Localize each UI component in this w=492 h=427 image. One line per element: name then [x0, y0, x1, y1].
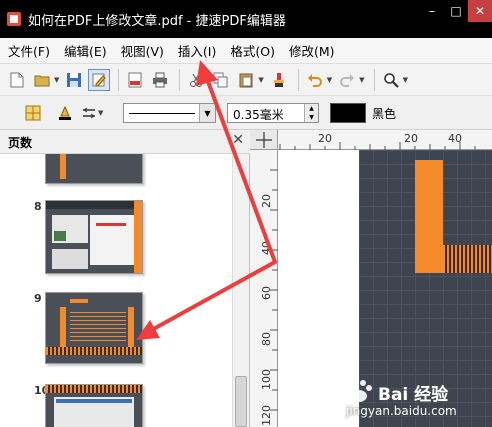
- line-preview: [129, 113, 195, 114]
- ruler-label: 40: [448, 132, 462, 145]
- undo-dropdown-icon[interactable]: ▼: [327, 76, 332, 84]
- ruler-corner: [250, 130, 278, 150]
- ruler-top: 20 20 40: [250, 130, 492, 150]
- ruler-label: 20: [404, 132, 418, 145]
- main-toolbar: ▼ ▼ ▼ ▼ ▼: [0, 64, 492, 96]
- toolbar-separator: [297, 68, 299, 91]
- ruler-label: 120: [260, 405, 273, 426]
- window-controls: – □ ✕: [420, 0, 492, 22]
- open-folder-icon[interactable]: [31, 69, 53, 91]
- app-icon: [7, 12, 21, 26]
- brush-icon[interactable]: [268, 69, 290, 91]
- ruler-label: 80: [260, 332, 273, 346]
- menu-file[interactable]: 文件(F): [8, 41, 50, 60]
- menu-edit[interactable]: 编辑(E): [64, 41, 107, 60]
- thumbnail-list: 8 9 10: [0, 154, 232, 427]
- maximize-button[interactable]: □: [444, 0, 468, 22]
- watermark-logo: Bai 经验: [378, 385, 449, 405]
- minimize-button[interactable]: –: [420, 0, 444, 22]
- save-icon[interactable]: [63, 69, 85, 91]
- color-swatch[interactable]: [330, 103, 366, 123]
- page-thumbnail-8[interactable]: [45, 200, 143, 274]
- orange-shape[interactable]: [415, 160, 443, 273]
- open-dropdown-icon[interactable]: ▼: [54, 76, 59, 84]
- pages-panel-title: 页数: [8, 136, 33, 150]
- close-icon[interactable]: ✕: [232, 132, 244, 148]
- cut-icon[interactable]: [185, 69, 207, 91]
- close-button[interactable]: ✕: [468, 0, 492, 22]
- line-style-icon[interactable]: [78, 102, 100, 124]
- edit-icon[interactable]: [88, 68, 111, 91]
- paste-dropdown-icon[interactable]: ▼: [258, 76, 263, 84]
- export-pdf-icon[interactable]: [124, 69, 146, 91]
- undo-icon[interactable]: [304, 69, 326, 91]
- ruler-label: 60: [260, 286, 273, 300]
- pages-panel: 页数 ✕ 8 9 10: [0, 130, 250, 427]
- copy-icon[interactable]: [210, 69, 232, 91]
- ruler-label: 40: [260, 241, 273, 255]
- spin-buttons[interactable]: ▲ ▼: [304, 104, 318, 122]
- ruler-left: 20 40 60 80 100 120: [250, 150, 278, 427]
- fill-color-icon[interactable]: [54, 102, 76, 124]
- paste-icon[interactable]: [235, 69, 257, 91]
- scrollbar-thumb[interactable]: [235, 376, 247, 427]
- menu-modify[interactable]: 修改(M): [289, 41, 335, 60]
- page-thumbnail-9[interactable]: [45, 292, 143, 364]
- redo-dropdown-icon[interactable]: ▼: [359, 76, 364, 84]
- zoom-dropdown-icon[interactable]: ▼: [403, 76, 408, 84]
- page-thumbnail-7[interactable]: [45, 154, 143, 184]
- menu-view[interactable]: 视图(V): [121, 41, 164, 60]
- title-bar: 如何在PDF上修改文章.pdf - 捷速PDF编辑器 – □ ✕: [0, 0, 492, 38]
- watermark-url: jingyan.baidu.com: [346, 404, 457, 418]
- color-label: 黑色: [372, 107, 397, 121]
- page-number-8: 8: [34, 200, 42, 213]
- ruler-label: 100: [260, 369, 273, 390]
- page-thumbnail-10[interactable]: [45, 384, 143, 427]
- zoom-icon[interactable]: [380, 69, 402, 91]
- hatched-shape[interactable]: [443, 245, 492, 273]
- paw-icon: [347, 380, 372, 402]
- line-type-select[interactable]: ▼: [123, 103, 216, 123]
- menu-insert[interactable]: 插入(I): [178, 41, 216, 60]
- line-width-value: 0.35毫米: [233, 108, 284, 122]
- toolbar-separator: [118, 68, 120, 91]
- toolbar-separator: [179, 68, 181, 91]
- baidu-watermark: Bai 经验 jingyan.baidu.com: [340, 378, 490, 426]
- page-number-9: 9: [34, 292, 42, 305]
- menu-bar: 文件(F) 编辑(E) 视图(V) 插入(I) 格式(O) 修改(M): [0, 38, 492, 64]
- chevron-down-icon[interactable]: ▼: [199, 104, 215, 122]
- line-style-dropdown-icon[interactable]: ▼: [98, 109, 103, 117]
- panel-scrollbar[interactable]: [232, 154, 249, 427]
- ruler-origin-icon: [256, 132, 272, 148]
- toolbar-separator: [373, 68, 375, 91]
- pages-panel-header: 页数 ✕: [0, 130, 250, 154]
- ruler-label: 20: [260, 194, 273, 208]
- new-file-icon[interactable]: [6, 69, 28, 91]
- window-title: 如何在PDF上修改文章.pdf - 捷速PDF编辑器: [28, 14, 286, 29]
- line-width-input[interactable]: 0.35毫米 ▲ ▼: [227, 103, 319, 123]
- menu-format[interactable]: 格式(O): [230, 41, 275, 60]
- grid-icon[interactable]: [22, 102, 44, 124]
- ruler-label: 20: [318, 132, 332, 145]
- print-icon[interactable]: [149, 69, 171, 91]
- redo-icon[interactable]: [336, 69, 358, 91]
